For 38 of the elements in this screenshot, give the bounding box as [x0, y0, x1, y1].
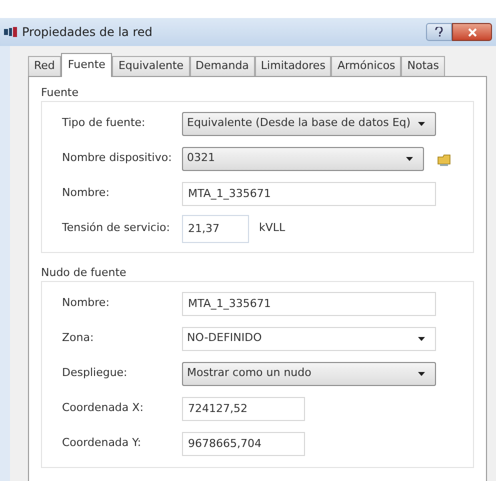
help-button[interactable]	[426, 23, 452, 41]
dropdown-field[interactable]: NO-DEFINIDO	[182, 326, 436, 350]
tab[interactable]: Equivalente	[112, 56, 190, 76]
group-title: Nudo de fuente	[41, 265, 128, 281]
tab[interactable]: Armónicos	[331, 56, 402, 76]
tab[interactable]: Fuente	[60, 53, 112, 77]
dropdown-arrow-icon	[418, 372, 425, 376]
app-icon	[4, 27, 18, 37]
dropdown-arrow-icon	[406, 156, 413, 160]
field-label: Tipo de fuente:	[62, 115, 146, 132]
dropdown-field[interactable]: Equivalente (Desde la base de datos Eq)	[182, 112, 436, 136]
text-field[interactable]: MTA_1_335671	[182, 292, 436, 316]
field-label: Coordenada X:	[62, 400, 144, 416]
field-label: Nombre dispositivo:	[62, 150, 173, 166]
dropdown-field[interactable]: Mostrar como un nudo	[182, 362, 436, 386]
dropdown-arrow-icon	[418, 122, 425, 126]
unit-label: kVLL	[259, 220, 286, 236]
text-field[interactable]: MTA_1_335671	[182, 182, 436, 206]
tab[interactable]: Red	[28, 56, 61, 76]
field-label: Zona:	[62, 330, 95, 346]
close-icon	[468, 28, 476, 36]
group-title: Fuente	[41, 85, 80, 101]
field-label: Despliegue:	[62, 365, 128, 382]
field-label: Tensión de servicio:	[62, 220, 171, 236]
tab[interactable]: Limitadores	[254, 56, 332, 76]
text-field[interactable]: 9678665,704	[182, 432, 305, 456]
dropdown-field[interactable]: 0321	[182, 146, 424, 170]
dropdown-arrow-icon	[418, 336, 425, 340]
window-title: Propiedades de la red	[22, 24, 152, 41]
field-label: Nombre:	[62, 185, 110, 202]
text-field[interactable]: 724127,52	[182, 396, 305, 420]
help-icon	[435, 27, 443, 37]
tab[interactable]: Demanda	[190, 56, 255, 76]
tab[interactable]: Notas	[401, 56, 446, 76]
text-field[interactable]: 21,37	[182, 214, 249, 242]
close-button[interactable]	[452, 23, 492, 41]
field-label: Nombre:	[62, 295, 110, 312]
field-label: Coordenada Y:	[62, 435, 142, 452]
